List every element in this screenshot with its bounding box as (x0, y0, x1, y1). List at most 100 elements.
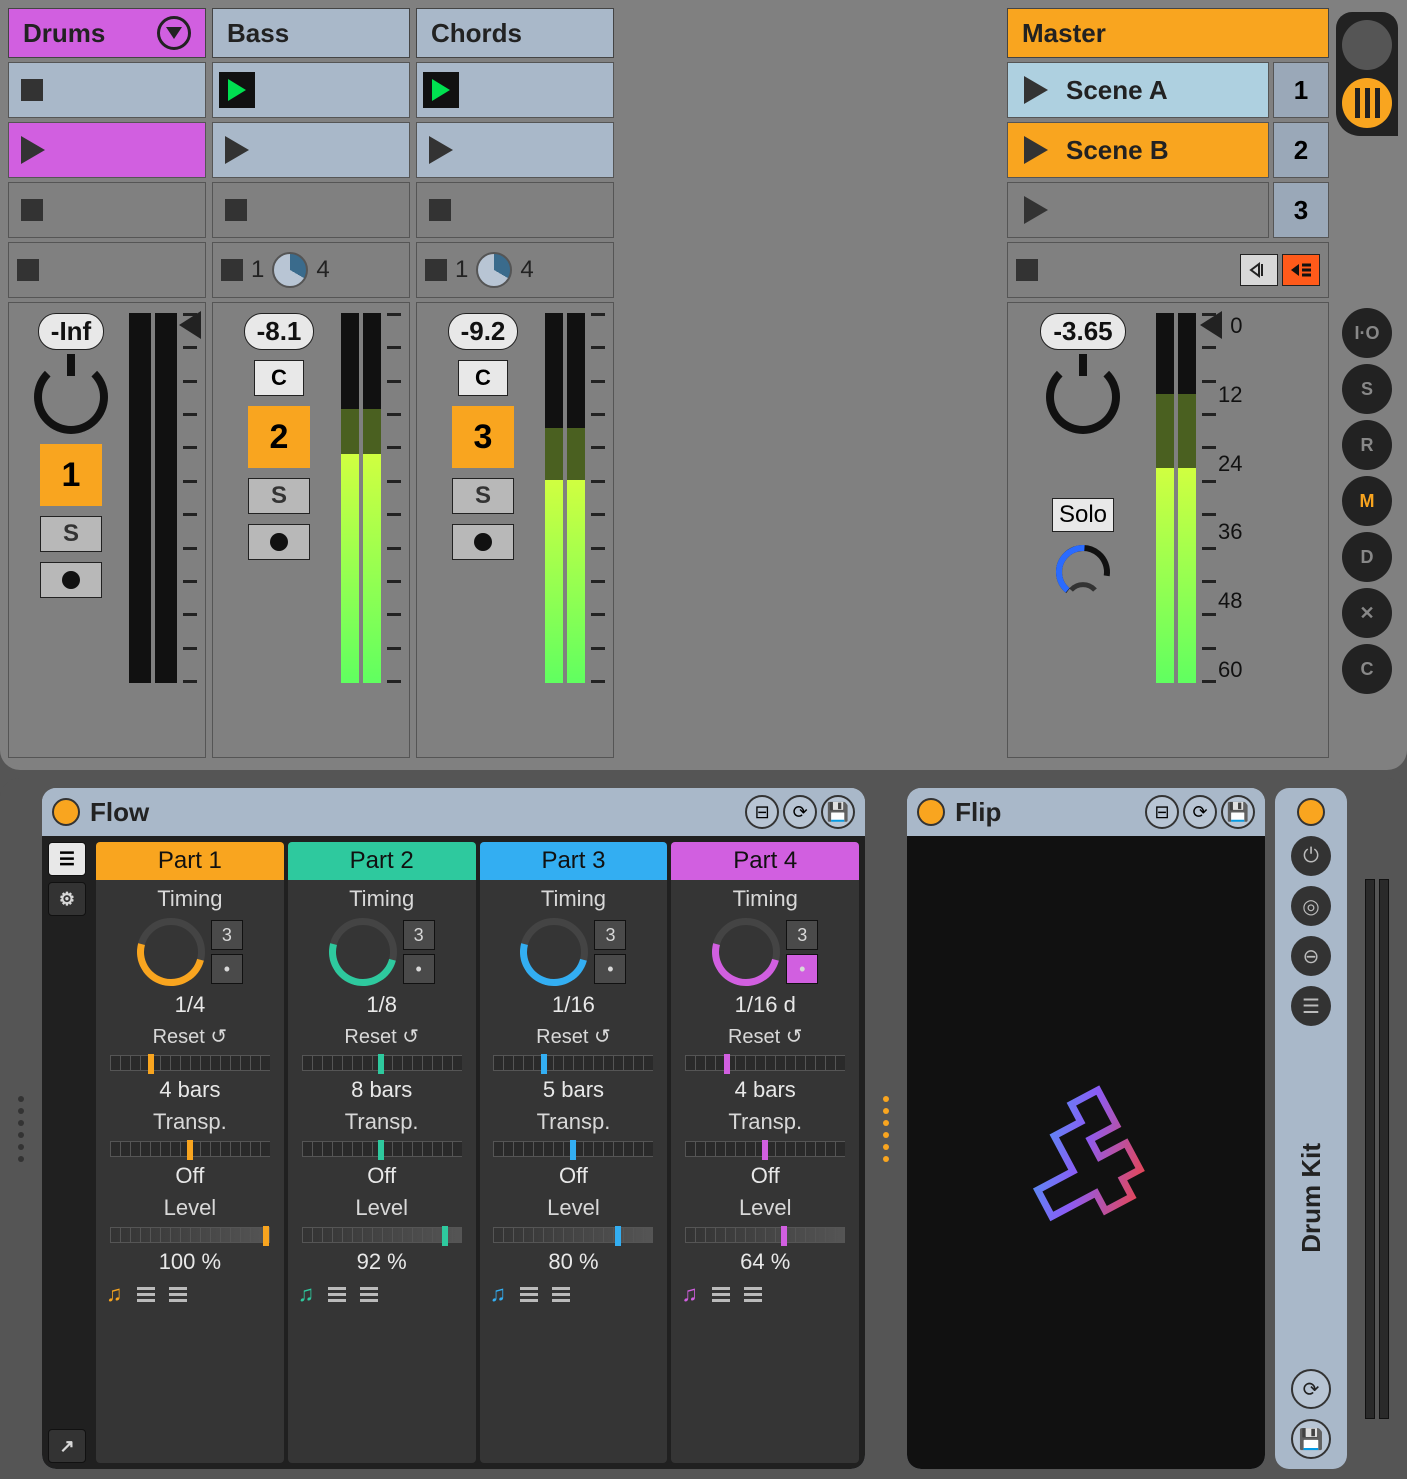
rate-value[interactable]: 1/8 (366, 992, 397, 1018)
back-to-arrangement-button[interactable] (1282, 254, 1320, 286)
gear-icon[interactable]: ⚙ (48, 882, 86, 916)
r-button[interactable]: R (1342, 420, 1392, 470)
device-enable-button[interactable] (1297, 798, 1325, 826)
part-header[interactable]: Part 1 (96, 842, 284, 880)
save-icon[interactable]: 💾 (1221, 795, 1255, 829)
level-value[interactable]: 80 % (548, 1249, 598, 1275)
io-button[interactable]: I·O (1342, 308, 1392, 358)
scene-row[interactable]: Scene A (1007, 62, 1269, 118)
level-value[interactable]: 100 % (159, 1249, 221, 1275)
rate-value[interactable]: 1/4 (175, 992, 206, 1018)
clip-slot-empty[interactable] (212, 182, 410, 238)
scene-row[interactable] (1007, 182, 1269, 238)
reset-button[interactable]: Reset ↺ (728, 1024, 803, 1049)
solo-button[interactable]: S (452, 478, 514, 514)
fader-handle-icon[interactable] (1200, 311, 1222, 339)
refresh-icon[interactable]: ⟳ (1291, 1369, 1331, 1409)
lines-icon[interactable] (137, 1287, 155, 1302)
lines-icon[interactable] (169, 1287, 187, 1302)
launch-row[interactable]: 14 (212, 242, 410, 298)
level-slider[interactable] (302, 1227, 462, 1243)
launch-row[interactable]: 14 (416, 242, 614, 298)
sends-button[interactable]: C (254, 360, 304, 396)
timing-knob[interactable] (329, 918, 397, 986)
track-activator[interactable]: 2 (248, 406, 310, 468)
clip-slot-empty[interactable] (8, 182, 206, 238)
clip-slot[interactable] (212, 62, 410, 118)
track-header-drums[interactable]: Drums (8, 8, 206, 58)
timing-knob[interactable] (520, 918, 588, 986)
lines-icon[interactable] (712, 1287, 730, 1302)
dot-toggle[interactable]: • (786, 954, 818, 984)
list-icon[interactable]: ☰ (1291, 986, 1331, 1026)
lines-icon[interactable] (360, 1287, 378, 1302)
solo-button[interactable]: S (40, 516, 102, 552)
clip-slot-playing[interactable] (8, 122, 206, 178)
subdivision[interactable]: 3 (211, 920, 243, 950)
menu-icon[interactable] (1342, 20, 1392, 70)
subdivision[interactable]: 3 (786, 920, 818, 950)
track-header-bass[interactable]: Bass (212, 8, 410, 58)
clip-slot-empty[interactable] (416, 182, 614, 238)
grip-icon[interactable] (10, 788, 32, 1469)
level-value[interactable]: 92 % (357, 1249, 407, 1275)
scene-row[interactable]: Scene B (1007, 122, 1269, 178)
reset-button[interactable]: Reset ↺ (536, 1024, 611, 1049)
d-button[interactable]: D (1342, 532, 1392, 582)
transpose-slider[interactable] (302, 1141, 462, 1157)
cue-knob[interactable] (1053, 542, 1113, 602)
bars-slider[interactable] (302, 1055, 462, 1071)
clip-slot[interactable] (212, 122, 410, 178)
dropdown-icon[interactable] (157, 16, 191, 50)
collapse-icon[interactable]: ⊟ (1145, 795, 1179, 829)
save-icon[interactable]: 💾 (821, 795, 855, 829)
transpose-value[interactable]: Off (751, 1163, 780, 1189)
lines-icon[interactable] (744, 1287, 762, 1302)
shrink-icon[interactable]: ⊖ (1291, 936, 1331, 976)
clip-slot[interactable] (416, 62, 614, 118)
collapse-icon[interactable]: ⊟ (745, 795, 779, 829)
c-button[interactable]: C (1342, 644, 1392, 694)
columns-icon[interactable] (1342, 78, 1392, 128)
lines-icon[interactable] (552, 1287, 570, 1302)
timing-knob[interactable] (137, 918, 205, 986)
lines-icon[interactable] (520, 1287, 538, 1302)
track-header-master[interactable]: Master (1007, 8, 1329, 58)
automation-button[interactable] (1240, 254, 1278, 286)
bars-slider[interactable] (110, 1055, 270, 1071)
empty-tracks-area[interactable] (620, 8, 920, 758)
power-icon[interactable]: ⏻ (1291, 836, 1331, 876)
solo-button[interactable]: S (248, 478, 310, 514)
fader-handle-icon[interactable] (179, 311, 201, 339)
pan-knob[interactable] (1046, 360, 1120, 434)
transpose-slider[interactable] (685, 1141, 845, 1157)
part-header[interactable]: Part 2 (288, 842, 476, 880)
part-header[interactable]: Part 4 (671, 842, 859, 880)
db-value[interactable]: -9.2 (448, 313, 519, 350)
device-enable-button[interactable] (52, 798, 80, 826)
level-slider[interactable] (110, 1227, 270, 1243)
sends-button[interactable]: C (458, 360, 508, 396)
transpose-value[interactable]: Off (367, 1163, 396, 1189)
track-header-chords[interactable]: Chords (416, 8, 614, 58)
transpose-slider[interactable] (110, 1141, 270, 1157)
rate-value[interactable]: 1/16 d (735, 992, 796, 1018)
reset-button[interactable]: Reset ↺ (153, 1024, 228, 1049)
bars-slider[interactable] (685, 1055, 845, 1071)
expand-icon[interactable]: ↗ (48, 1429, 86, 1463)
reset-button[interactable]: Reset ↺ (344, 1024, 419, 1049)
bars-value[interactable]: 5 bars (543, 1077, 604, 1103)
db-value[interactable]: -8.1 (244, 313, 315, 350)
note-icon[interactable]: ♫ (681, 1281, 698, 1307)
dot-toggle[interactable]: • (594, 954, 626, 984)
target-icon[interactable]: ◎ (1291, 886, 1331, 926)
s-button[interactable]: S (1342, 364, 1392, 414)
level-slider[interactable] (493, 1227, 653, 1243)
db-value[interactable]: -3.65 (1040, 313, 1125, 350)
lines-icon[interactable] (328, 1287, 346, 1302)
timing-knob[interactable] (712, 918, 780, 986)
launch-row[interactable] (1007, 242, 1329, 298)
bars-value[interactable]: 4 bars (159, 1077, 220, 1103)
level-value[interactable]: 64 % (740, 1249, 790, 1275)
device-enable-button[interactable] (917, 798, 945, 826)
